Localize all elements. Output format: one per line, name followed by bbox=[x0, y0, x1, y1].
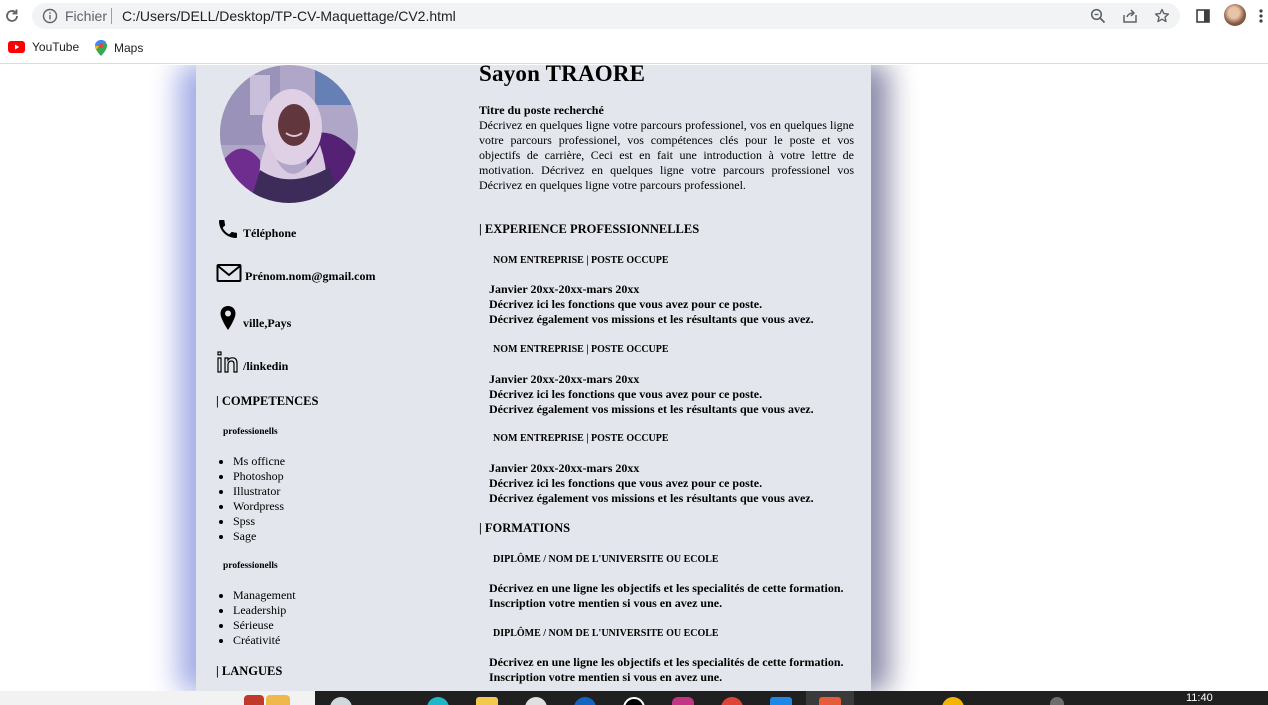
experience-entry-head: NOM ENTREPRISE | POSTE OCCUPE bbox=[493, 255, 669, 266]
location-text: ville,Pays bbox=[243, 316, 292, 330]
bookmark-star-icon[interactable] bbox=[1152, 6, 1172, 26]
active-app-highlight[interactable] bbox=[806, 691, 854, 705]
phone-icon bbox=[219, 220, 237, 238]
experience-line: Décrivez ici les fonctions que vous avez… bbox=[489, 297, 763, 311]
contact-linkedin: /linkedin bbox=[216, 350, 288, 374]
windows-taskbar: 11:40 bbox=[0, 691, 1268, 705]
chrome-icon[interactable] bbox=[721, 697, 743, 705]
bookmark-label: Maps bbox=[114, 41, 144, 55]
edge-icon[interactable] bbox=[427, 697, 449, 705]
gift-icon[interactable] bbox=[266, 695, 290, 705]
formation-entry-head: DIPLÔME / NOM DE L'UNIVERSITE OU ECOLE bbox=[493, 628, 719, 639]
formation-entry-body: Décrivez en une ligne les objectifs et l… bbox=[489, 581, 844, 611]
competences-title: | COMPETENCES bbox=[216, 394, 319, 408]
task-view-icon[interactable] bbox=[330, 697, 352, 705]
skill-item: Wordpress bbox=[233, 499, 285, 514]
skill-item: Management bbox=[233, 588, 296, 603]
url-text[interactable]: C:/Users/DELL/Desktop/TP-CV-Maquettage/C… bbox=[122, 8, 456, 24]
formations-title: | FORMATIONS bbox=[479, 521, 571, 535]
formation-entry-head: DIPLÔME / NOM DE L'UNIVERSITE OU ECOLE bbox=[493, 554, 719, 565]
experience-date: Janvier 20xx-20xx-mars 20xx bbox=[489, 372, 640, 386]
tray-chevron-icon[interactable] bbox=[1050, 697, 1064, 705]
tiktok-icon[interactable] bbox=[623, 697, 645, 705]
langues-title: | LANGUES bbox=[216, 664, 283, 678]
file-explorer-icon[interactable] bbox=[476, 697, 498, 705]
email-text: Prénom.nom@gmail.com bbox=[245, 269, 376, 283]
formation-line: Décrivez en une ligne les objectifs et l… bbox=[489, 655, 844, 669]
page-viewport[interactable]: Téléphone Prénom.nom@gmail.com ville,Pay… bbox=[0, 65, 1268, 691]
skill-item: Sérieuse bbox=[233, 618, 296, 633]
experience-line: Décrivez également vos missions et les r… bbox=[489, 491, 814, 505]
address-separator bbox=[111, 8, 112, 24]
skills-list: Management Leadership Sérieuse Créativit… bbox=[216, 588, 296, 648]
security-icon[interactable] bbox=[525, 697, 547, 705]
vscode-icon[interactable] bbox=[770, 697, 792, 705]
taskbar-search-box[interactable] bbox=[0, 691, 315, 705]
experience-entry-body: Janvier 20xx-20xx-mars 20xx Décrivez ici… bbox=[489, 372, 814, 417]
taskbar-clock[interactable]: 11:40 bbox=[1186, 692, 1213, 704]
competences-group-title: professionells bbox=[223, 427, 278, 437]
experience-line: Décrivez ici les fonctions que vous avez… bbox=[489, 387, 763, 401]
linkedin-icon bbox=[217, 351, 238, 373]
site-info-icon[interactable] bbox=[42, 8, 58, 24]
skill-item: Ms officne bbox=[233, 454, 285, 469]
experience-line: Décrivez également vos missions et les r… bbox=[489, 312, 814, 326]
contact-email: Prénom.nom@gmail.com bbox=[216, 262, 375, 284]
skill-item: Créativité bbox=[233, 633, 296, 648]
phone-text: Téléphone bbox=[243, 226, 297, 240]
profile-avatar[interactable] bbox=[1224, 4, 1246, 26]
experience-entry-head: NOM ENTREPRISE | POSTE OCCUPE bbox=[493, 344, 669, 355]
share-icon[interactable] bbox=[1120, 6, 1140, 26]
experience-entry-head: NOM ENTREPRISE | POSTE OCCUPE bbox=[493, 433, 669, 444]
reload-icon[interactable] bbox=[2, 6, 22, 26]
tray-app-icon[interactable] bbox=[942, 697, 964, 705]
menu-dots-icon[interactable] bbox=[1256, 6, 1266, 26]
site-label: Fichier bbox=[65, 8, 108, 24]
maps-pin-icon bbox=[95, 40, 107, 56]
competences-group-title: professionells bbox=[223, 561, 278, 571]
contact-location: ville,Pays bbox=[216, 305, 291, 331]
experience-entry-body: Janvier 20xx-20xx-mars 20xx Décrivez ici… bbox=[489, 282, 814, 327]
experience-title: | EXPERIENCE PROFESSIONNELLES bbox=[479, 222, 700, 236]
weather-widget-icon[interactable] bbox=[244, 695, 264, 705]
skill-item: Photoshop bbox=[233, 469, 285, 484]
bookmark-label: YouTube bbox=[32, 40, 80, 54]
address-bar[interactable]: Fichier C:/Users/DELL/Desktop/TP-CV-Maqu… bbox=[32, 3, 1180, 29]
contact-phone: Téléphone bbox=[216, 217, 296, 241]
candidate-name: Sayon TRAORE bbox=[479, 65, 646, 86]
bookmark-maps[interactable]: Maps bbox=[95, 40, 143, 56]
formation-line: Inscription votre mentien si vous en ave… bbox=[489, 596, 723, 610]
experience-date: Janvier 20xx-20xx-mars 20xx bbox=[489, 282, 640, 296]
bookmark-youtube[interactable]: YouTube bbox=[8, 40, 79, 54]
formation-entry-body: Décrivez en une ligne les objectifs et l… bbox=[489, 655, 844, 685]
app-icon bbox=[819, 697, 841, 705]
linkedin-text: /linkedin bbox=[243, 359, 289, 373]
formation-line: Inscription votre mentien si vous en ave… bbox=[489, 670, 723, 684]
instagram-icon[interactable] bbox=[672, 697, 694, 705]
experience-date: Janvier 20xx-20xx-mars 20xx bbox=[489, 461, 640, 475]
experience-entry-body: Janvier 20xx-20xx-mars 20xx Décrivez ici… bbox=[489, 461, 814, 506]
skill-item: Leadership bbox=[233, 603, 296, 618]
location-pin-icon bbox=[220, 306, 236, 330]
skill-item: Illustrator bbox=[233, 484, 285, 499]
skill-item: Sage bbox=[233, 529, 285, 544]
skills-list: Ms officne Photoshop Illustrator Wordpre… bbox=[216, 454, 285, 544]
envelope-icon bbox=[216, 264, 242, 282]
experience-line: Décrivez également vos missions et les r… bbox=[489, 402, 814, 416]
experience-line: Décrivez ici les fonctions que vous avez… bbox=[489, 476, 763, 490]
intro-paragraph: Décrivez en quelques ligne votre parcour… bbox=[479, 118, 854, 192]
store-icon[interactable] bbox=[574, 697, 596, 705]
bookmarks-bar: YouTube Maps bbox=[0, 32, 1268, 64]
youtube-icon bbox=[8, 41, 25, 53]
profile-photo bbox=[220, 65, 358, 203]
side-panel-icon[interactable] bbox=[1193, 6, 1213, 26]
zoom-icon[interactable] bbox=[1088, 6, 1108, 26]
browser-toolbar: Fichier C:/Users/DELL/Desktop/TP-CV-Maqu… bbox=[0, 0, 1268, 32]
skill-item: Spss bbox=[233, 514, 285, 529]
cv-sheet: Téléphone Prénom.nom@gmail.com ville,Pay… bbox=[196, 65, 871, 691]
formation-line: Décrivez en une ligne les objectifs et l… bbox=[489, 581, 844, 595]
job-title: Titre du poste recherché bbox=[479, 103, 604, 117]
